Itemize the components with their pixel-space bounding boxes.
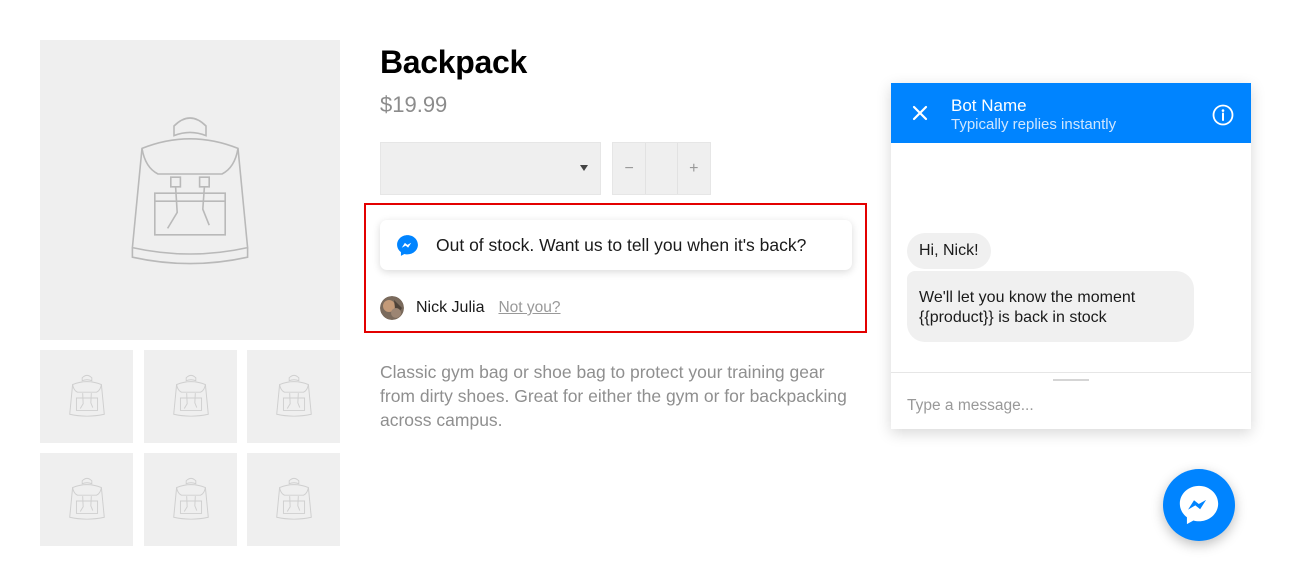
product-thumbnail[interactable] bbox=[144, 453, 237, 546]
close-icon[interactable] bbox=[909, 102, 931, 124]
composer-handle bbox=[1053, 379, 1089, 381]
bot-name: Bot Name bbox=[951, 96, 1027, 115]
bot-status: Typically replies instantly bbox=[951, 116, 1117, 133]
messenger-icon bbox=[397, 234, 418, 256]
product-title: Backpack bbox=[380, 44, 528, 80]
avatar bbox=[380, 296, 404, 320]
backpack-icon bbox=[172, 477, 209, 520]
backpack-icon bbox=[275, 374, 312, 417]
info-icon[interactable] bbox=[1212, 104, 1234, 126]
messenger-icon bbox=[1179, 485, 1219, 525]
chat-message: Hi, Nick! bbox=[907, 233, 991, 269]
backpack-icon bbox=[131, 117, 249, 265]
composer-divider bbox=[891, 372, 1251, 373]
user-name: Nick Julia bbox=[416, 299, 485, 316]
user-row: Nick Julia Not you? bbox=[380, 295, 561, 321]
quantity-decrease-button[interactable]: − bbox=[613, 143, 645, 194]
message-input[interactable] bbox=[907, 395, 1227, 417]
product-thumbnail[interactable] bbox=[40, 350, 133, 443]
not-you-link[interactable]: Not you? bbox=[498, 299, 560, 317]
main-product-image bbox=[40, 40, 340, 340]
product-thumbnail[interactable] bbox=[144, 350, 237, 443]
backpack-icon bbox=[68, 374, 105, 417]
out-of-stock-message: Out of stock. Want us to tell you when i… bbox=[436, 234, 807, 255]
backpack-icon bbox=[172, 374, 209, 417]
product-price: $19.99 bbox=[380, 92, 448, 117]
quantity-stepper[interactable]: − + bbox=[612, 142, 711, 195]
quantity-increase-button[interactable]: + bbox=[678, 143, 710, 194]
product-thumbnail[interactable] bbox=[247, 350, 340, 443]
chevron-down-icon bbox=[580, 165, 588, 171]
backpack-icon bbox=[68, 477, 105, 520]
messenger-launcher-button[interactable] bbox=[1163, 469, 1235, 541]
product-thumbnail[interactable] bbox=[247, 453, 340, 546]
notify-me-button[interactable]: Out of stock. Want us to tell you when i… bbox=[380, 220, 852, 270]
backpack-icon bbox=[275, 477, 312, 520]
quantity-input[interactable] bbox=[645, 143, 678, 194]
product-thumbnail[interactable] bbox=[40, 453, 133, 546]
chat-window: Bot Name Typically replies instantly Hi,… bbox=[891, 83, 1251, 429]
variant-select[interactable] bbox=[380, 142, 601, 195]
chat-header: Bot Name Typically replies instantly bbox=[891, 83, 1251, 143]
product-description: Classic gym bag or shoe bag to protect y… bbox=[380, 362, 847, 430]
chat-message: We'll let you know the moment {{product}… bbox=[907, 271, 1194, 342]
